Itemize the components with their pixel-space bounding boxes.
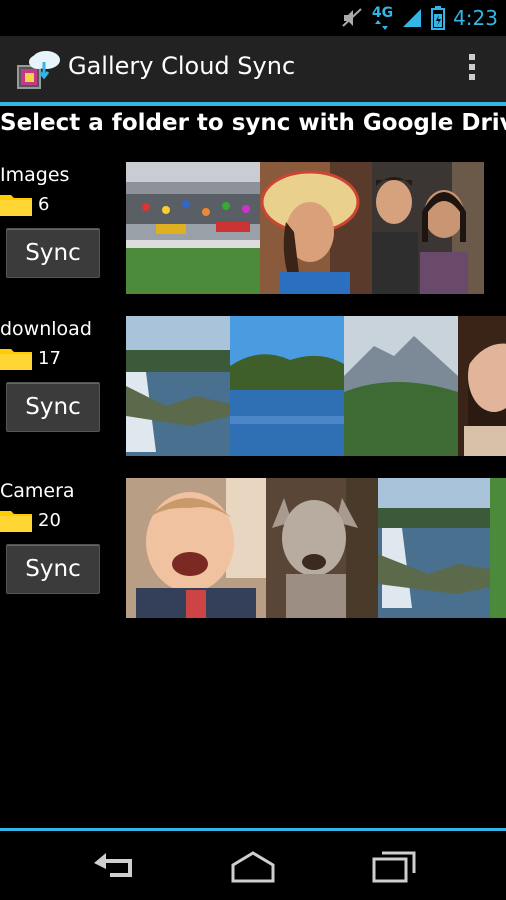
sync-button-camera[interactable]: Sync — [6, 544, 100, 594]
app-title: Gallery Cloud Sync — [68, 52, 296, 80]
folder-icon — [0, 349, 32, 370]
home-icon[interactable] — [229, 849, 277, 883]
folder-count: 17 — [38, 347, 61, 369]
thumbnail-strip[interactable] — [126, 478, 506, 618]
thumbnail-waterfall[interactable] — [126, 316, 230, 456]
navigation-bar — [0, 831, 506, 900]
folder-icon — [0, 195, 32, 216]
action-bar: Gallery Cloud Sync — [0, 36, 506, 102]
folder-icon — [0, 511, 32, 532]
sync-button-images[interactable]: Sync — [6, 228, 100, 278]
thumbnail-waterfall-2[interactable] — [378, 478, 506, 618]
folder-name: Camera — [0, 480, 75, 502]
app-icon[interactable] — [16, 46, 62, 92]
status-bar: 4G 4:23 — [0, 0, 506, 36]
thumbnail-race-cars[interactable] — [126, 162, 260, 294]
network-type-label: 4G — [371, 5, 394, 21]
signal-icon — [403, 9, 422, 27]
action-bar-divider — [0, 102, 506, 106]
folder-row-camera: Camera 20 Sync — [0, 478, 506, 618]
thumbnail-lake[interactable] — [230, 316, 344, 456]
page-heading: Select a folder to sync with Google Driv… — [0, 110, 506, 136]
mute-icon — [342, 8, 362, 27]
thumbnail-woman-hat[interactable] — [260, 162, 372, 294]
data-arrows-icon — [375, 20, 389, 30]
overflow-menu-icon[interactable] — [468, 54, 476, 84]
thumbnail-strip[interactable] — [126, 162, 506, 294]
thumbnail-woman-portrait[interactable] — [458, 316, 506, 456]
thumbnail-baby[interactable] — [126, 478, 266, 618]
thumbnail-strip[interactable] — [126, 316, 506, 456]
folder-name: Images — [0, 164, 70, 186]
sync-button-download[interactable]: Sync — [6, 382, 100, 432]
battery-icon — [431, 6, 446, 30]
folder-name: download — [0, 318, 92, 340]
thumbnail-mountain[interactable] — [344, 316, 458, 456]
status-icons: 4G 4:23 — [340, 4, 498, 32]
folder-row-download: download 17 Sync — [0, 316, 506, 456]
back-icon[interactable] — [90, 849, 138, 883]
thumbnail-dog[interactable] — [266, 478, 378, 618]
clock: 4:23 — [453, 6, 498, 30]
thumbnail-couple[interactable] — [372, 162, 484, 294]
folder-count: 20 — [38, 509, 61, 531]
folder-count: 6 — [38, 193, 50, 215]
recent-apps-icon[interactable] — [370, 849, 418, 883]
folder-row-images: Images 6 Sync — [0, 162, 506, 296]
